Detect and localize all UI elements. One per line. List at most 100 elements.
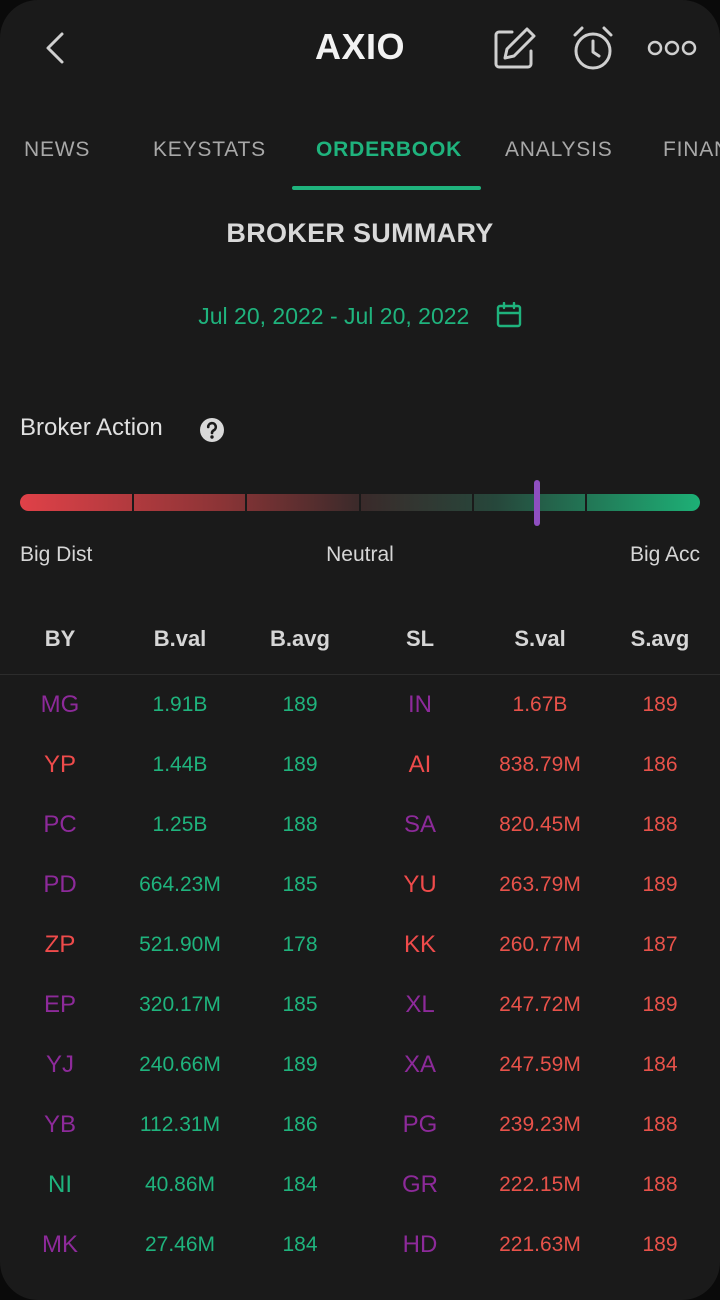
gauge-separator — [359, 494, 361, 511]
table-row[interactable]: EP 320.17M 185 XL 247.72M 189 — [0, 976, 720, 1036]
table-row[interactable]: PC 1.25B 188 SA 820.45M 188 — [0, 796, 720, 856]
buy-value: 664.23M — [139, 873, 221, 896]
buy-value: 112.31M — [139, 1113, 221, 1136]
col-header-bval: B.val — [153, 626, 207, 651]
sell-average: 189 — [642, 693, 678, 716]
section-title: BROKER SUMMARY — [226, 218, 494, 248]
gauge-separator — [132, 494, 134, 511]
sell-average: 188 — [642, 1113, 678, 1136]
buy-value: 1.91B — [152, 693, 208, 716]
buy-value: 1.44B — [152, 753, 208, 776]
tab-keystats[interactable]: KEYSTATS — [153, 138, 266, 162]
sell-value: 247.72M — [499, 993, 581, 1016]
date-range-text: Jul 20, 2022 - Jul 20, 2022 — [198, 303, 470, 329]
gauge-separator — [585, 494, 587, 511]
sell-value: 260.77M — [499, 933, 581, 956]
sell-average: 184 — [642, 1053, 678, 1076]
buyer-broker-code: EP — [43, 991, 76, 1018]
tab-bar: NEWS KEYSTATS ORDERBOOK ANALYSIS FINAN — [0, 130, 720, 192]
buy-average: 184 — [282, 1233, 318, 1256]
col-header-bavg: B.avg — [270, 626, 330, 651]
date-range-picker[interactable]: Jul 20, 2022 - Jul 20, 2022 — [0, 301, 720, 330]
buy-value: 240.66M — [139, 1053, 221, 1076]
sell-average: 186 — [642, 753, 678, 776]
table-row[interactable]: MG 1.91B 189 IN 1.67B 189 — [0, 676, 720, 736]
buy-average: 184 — [282, 1173, 318, 1196]
seller-broker-code: KK — [403, 931, 436, 958]
buy-value: 521.90M — [139, 933, 221, 956]
tab-orderbook[interactable]: ORDERBOOK — [316, 138, 462, 162]
sell-average: 189 — [642, 1233, 678, 1256]
table-row[interactable]: YB 112.31M 186 PG 239.23M 188 — [0, 1096, 720, 1156]
tab-analysis[interactable]: ANALYSIS — [505, 138, 613, 162]
app-screen: AXIO NEWS KEYSTATS ORDERBOOK ANALYSIS FI… — [0, 0, 720, 1300]
sell-average: 188 — [642, 813, 678, 836]
broker-action-gauge — [20, 494, 700, 511]
buyer-broker-code: PD — [43, 871, 77, 898]
gauge-label-neutral: Neutral — [326, 543, 394, 566]
table-row[interactable]: MK 27.46M 184 HD 221.63M 189 — [0, 1216, 720, 1276]
buyer-broker-code: YB — [43, 1111, 76, 1138]
col-header-savg: S.avg — [630, 626, 690, 651]
buy-value: 27.46M — [144, 1233, 216, 1256]
buy-value: 1.25B — [152, 813, 208, 836]
tab-financials[interactable]: FINAN — [663, 138, 720, 162]
col-header-sl: SL — [405, 626, 435, 651]
buyer-broker-code: YP — [43, 751, 76, 778]
gauge-label-big-acc: Big Acc — [629, 543, 700, 566]
sell-average: 189 — [642, 993, 678, 1016]
seller-broker-code: HD — [402, 1231, 438, 1258]
edit-button[interactable] — [490, 24, 538, 72]
calendar-icon — [496, 301, 521, 328]
buy-value: 40.86M — [144, 1173, 216, 1196]
more-icon — [647, 40, 697, 56]
sell-value: 263.79M — [499, 873, 581, 896]
buyer-broker-code: YJ — [45, 1051, 74, 1078]
sell-value: 222.15M — [499, 1173, 581, 1196]
buy-average: 189 — [282, 693, 318, 716]
gauge-separator — [472, 494, 474, 511]
table-row[interactable]: YJ 240.66M 189 XA 247.59M 184 — [0, 1036, 720, 1096]
table-row[interactable]: ZP 521.90M 178 KK 260.77M 187 — [0, 916, 720, 976]
sell-value: 221.63M — [499, 1233, 581, 1256]
seller-broker-code: IN — [408, 691, 432, 718]
seller-broker-code: AI — [408, 751, 432, 778]
tab-news[interactable]: NEWS — [24, 138, 90, 162]
seller-broker-code: GR — [402, 1171, 438, 1198]
buyer-broker-code: MG — [40, 691, 80, 718]
back-arrow-icon — [46, 32, 64, 64]
sell-value: 838.79M — [499, 753, 581, 776]
broker-action-label: Broker Action — [20, 414, 163, 441]
sell-value: 239.23M — [499, 1113, 581, 1136]
buy-average: 188 — [282, 813, 318, 836]
gauge-separator — [245, 494, 247, 511]
broker-table-header: BY B.val B.avg SL S.val S.avg — [0, 620, 720, 674]
sell-value: 820.45M — [499, 813, 581, 836]
broker-table-body: MG 1.91B 189 IN 1.67B 189 YP 1.44B 189 AI 838.79M 1… — [0, 676, 720, 1276]
gauge-marker — [533, 480, 540, 526]
help-icon[interactable] — [199, 417, 225, 443]
buy-average: 185 — [282, 993, 318, 1016]
table-row[interactable]: PD 664.23M 185 YU 263.79M 189 — [0, 856, 720, 916]
col-header-sval: S.val — [514, 626, 566, 651]
buyer-broker-code: NI — [48, 1171, 72, 1198]
seller-broker-code: XL — [405, 991, 435, 1018]
table-row[interactable]: NI 40.86M 184 GR 222.15M 188 — [0, 1156, 720, 1216]
back-button[interactable] — [38, 26, 78, 70]
buy-average: 185 — [282, 873, 318, 896]
col-header-by: BY — [44, 626, 76, 651]
table-row[interactable]: YP 1.44B 189 AI 838.79M 186 — [0, 736, 720, 796]
buyer-broker-code: MK — [42, 1231, 78, 1258]
sell-average: 188 — [642, 1173, 678, 1196]
seller-broker-code: PG — [402, 1111, 438, 1138]
active-tab-indicator — [292, 186, 481, 190]
buy-average: 186 — [282, 1113, 318, 1136]
edit-icon — [494, 27, 536, 69]
alarm-icon — [573, 26, 613, 70]
buy-value: 320.17M — [139, 993, 221, 1016]
buyer-broker-code: ZP — [44, 931, 76, 958]
sell-average: 189 — [642, 873, 678, 896]
buy-average: 178 — [282, 933, 318, 956]
more-options-button[interactable] — [646, 24, 698, 72]
alarm-button[interactable] — [569, 24, 617, 72]
